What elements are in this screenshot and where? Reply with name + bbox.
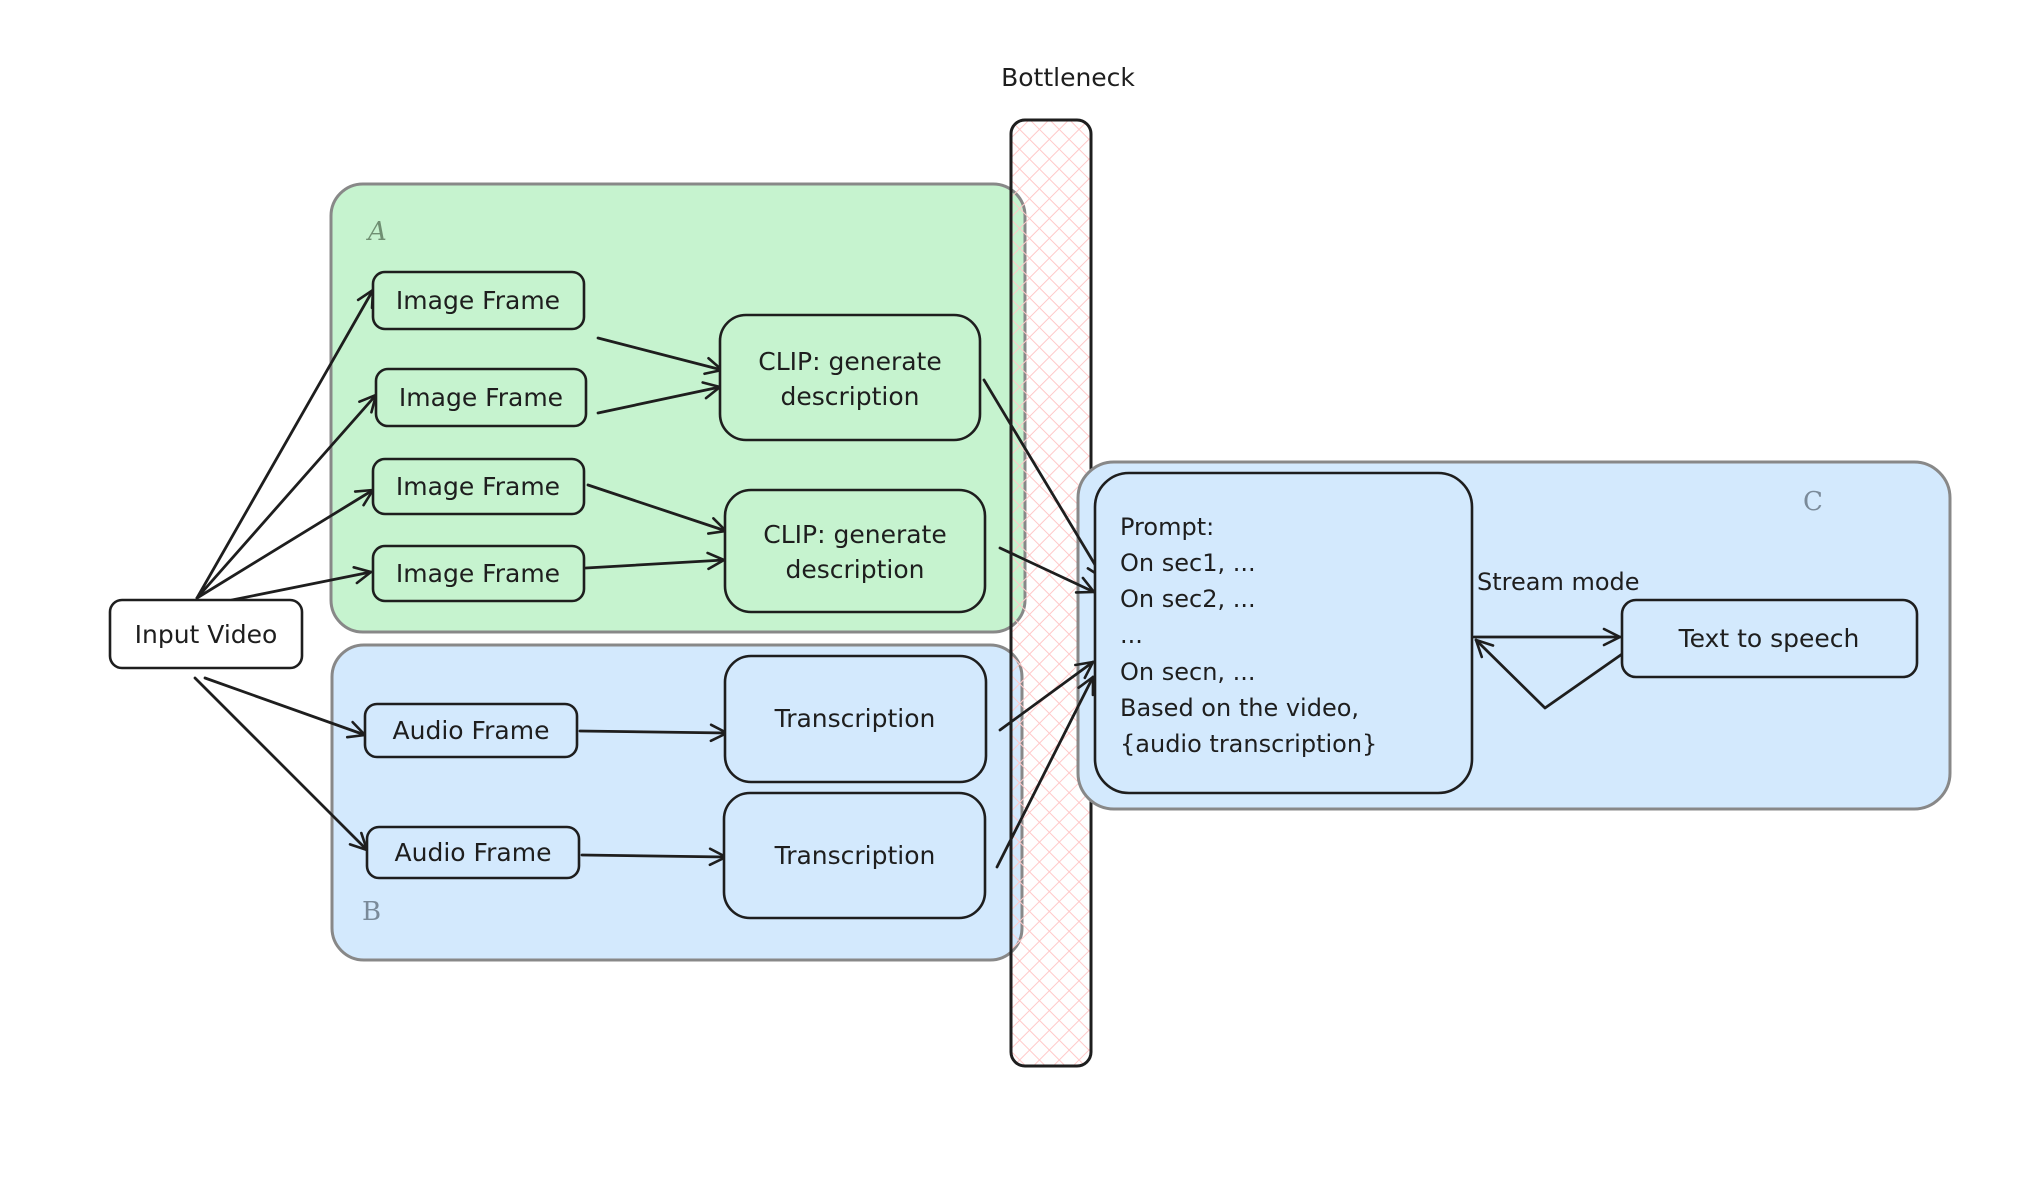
text-to-speech-label: Text to speech (1678, 624, 1860, 653)
input-video-label: Input Video (135, 620, 278, 649)
image-frame-1-label: Image Frame (396, 286, 560, 315)
node-input-video[interactable]: Input Video (108, 598, 304, 670)
node-text-to-speech[interactable]: Text to speech (1620, 598, 1919, 679)
edge-audio-frame-2-to-transcription-2[interactable] (580, 847, 728, 867)
edge-audio-frame-1-to-transcription-1[interactable] (578, 723, 729, 743)
clip-2-line-1: CLIP: generate (763, 520, 946, 549)
prompt-line-5: On secn, ... (1120, 658, 1256, 686)
node-audio-frame-2[interactable]: Audio Frame (365, 825, 581, 880)
node-transcription-2[interactable]: Transcription (722, 791, 987, 920)
transcription-2-label: Transcription (774, 841, 936, 870)
group-a-label: A (366, 217, 387, 247)
node-prompt[interactable]: Prompt: On sec1, ... On sec2, ... ... On… (1093, 471, 1474, 795)
image-frame-2-label: Image Frame (399, 383, 563, 412)
node-audio-frame-1[interactable]: Audio Frame (363, 702, 579, 759)
audio-frame-1-label: Audio Frame (393, 716, 550, 745)
node-clip-1[interactable]: CLIP: generate description (718, 313, 982, 442)
image-frame-3-label: Image Frame (396, 472, 560, 501)
clip-2-line-2: description (785, 555, 924, 584)
prompt-line-1: Prompt: (1120, 513, 1214, 541)
group-b-label: B (362, 897, 381, 927)
prompt-line-7: {audio transcription} (1120, 730, 1377, 758)
prompt-line-3: On sec2, ... (1120, 585, 1256, 613)
audio-frame-2-label: Audio Frame (395, 838, 552, 867)
node-image-frame-2[interactable]: Image Frame (374, 367, 588, 428)
prompt-line-4: ... (1120, 621, 1143, 649)
transcription-1-label: Transcription (774, 704, 936, 733)
bottleneck-label: Bottleneck (1001, 63, 1135, 92)
node-image-frame-4[interactable]: Image Frame (371, 544, 586, 603)
node-image-frame-3[interactable]: Image Frame (371, 457, 586, 516)
prompt-line-2: On sec1, ... (1120, 549, 1256, 577)
clip-1-line-2: description (780, 382, 919, 411)
clip-1-box[interactable] (718, 313, 982, 442)
image-frame-4-label: Image Frame (396, 559, 560, 588)
node-transcription-1[interactable]: Transcription (723, 654, 988, 784)
diagram-canvas: Bottleneck A B C Input Video Image Frame… (108, 63, 1952, 1068)
stream-mode-label: Stream mode (1477, 568, 1640, 596)
prompt-line-6: Based on the video, (1120, 694, 1359, 722)
group-c-label: C (1803, 487, 1823, 517)
node-image-frame-1[interactable]: Image Frame (371, 270, 586, 331)
clip-2-box[interactable] (723, 488, 987, 614)
node-clip-2[interactable]: CLIP: generate description (723, 488, 987, 614)
clip-1-line-1: CLIP: generate (758, 347, 941, 376)
